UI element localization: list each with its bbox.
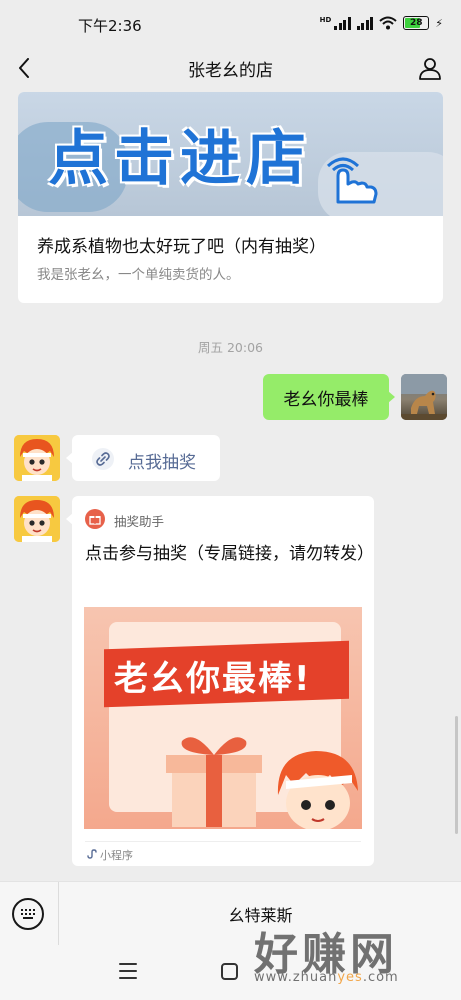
status-bar: 下午2:36 HD 28 ⚡	[0, 0, 461, 48]
chat-header: 张老幺的店	[0, 48, 461, 88]
tap-hand-icon	[326, 157, 378, 204]
my-message-bubble[interactable]: 老幺你最棒	[263, 374, 395, 420]
lottery-link-text: 点我抽奖	[128, 453, 196, 473]
profile-button[interactable]	[417, 54, 443, 82]
mini-program-card[interactable]: 抽奖助手 点击参与抽奖（专属链接，请勿转发） 老幺你最棒! 小程序	[66, 496, 374, 866]
mini-program-icon	[87, 849, 97, 859]
shop-avatar[interactable]	[14, 435, 60, 481]
article-card[interactable]: 点击进店 养成系植物也太好玩了吧（内有抽奖） 我是张老幺，一个单纯卖货的人。	[18, 92, 443, 303]
gift-box-illustration	[166, 737, 262, 827]
my-avatar[interactable]	[401, 374, 447, 420]
article-banner: 点击进店	[18, 92, 443, 216]
status-time: 下午2:36	[78, 17, 142, 35]
cartoon-avatar	[14, 496, 60, 542]
watermark-url: www.zhuanyes.com	[254, 970, 399, 985]
network-type-label: HD	[319, 16, 332, 24]
keyboard-icon	[21, 909, 35, 919]
article-title: 养成系植物也太好玩了吧（内有抽奖）	[37, 237, 326, 257]
mini-program-title: 点击参与抽奖（专属链接，请勿转发）	[85, 544, 374, 564]
signal-2-icon	[356, 16, 374, 30]
mascot-illustration	[277, 751, 358, 829]
wifi-icon	[379, 16, 397, 30]
mini-program-name: 抽奖助手	[114, 514, 165, 529]
lottery-link-bubble[interactable]: 点我抽奖	[66, 435, 220, 481]
keyboard-toggle-button[interactable]	[12, 898, 44, 930]
banner-text: 点击进店	[48, 124, 312, 194]
site-watermark: 好赚网 www.zhuanyes.com	[254, 918, 454, 992]
dog-photo	[401, 374, 447, 420]
home-button[interactable]	[221, 963, 238, 980]
scrollbar[interactable]	[455, 716, 458, 834]
article-description: 我是张老幺，一个单纯卖货的人。	[37, 267, 240, 283]
message-timestamp: 周五 20:06	[198, 340, 263, 355]
cartoon-avatar	[14, 435, 60, 481]
recent-apps-button[interactable]	[119, 963, 137, 979]
status-icons: HD 28 ⚡	[320, 16, 443, 30]
signal-icon	[334, 16, 351, 30]
chat-title: 张老幺的店	[188, 61, 273, 81]
mini-program-label: 小程序	[100, 849, 133, 862]
battery-level: 28	[410, 18, 423, 28]
link-icon	[92, 448, 114, 470]
mini-program-cover: 老幺你最棒!	[84, 607, 362, 829]
gift-icon	[85, 509, 105, 529]
battery-icon: 28	[403, 16, 430, 30]
shop-avatar[interactable]	[14, 496, 60, 542]
person-icon	[419, 58, 441, 80]
charging-icon: ⚡	[435, 16, 443, 30]
cover-text: 老幺你最棒!	[114, 659, 312, 699]
